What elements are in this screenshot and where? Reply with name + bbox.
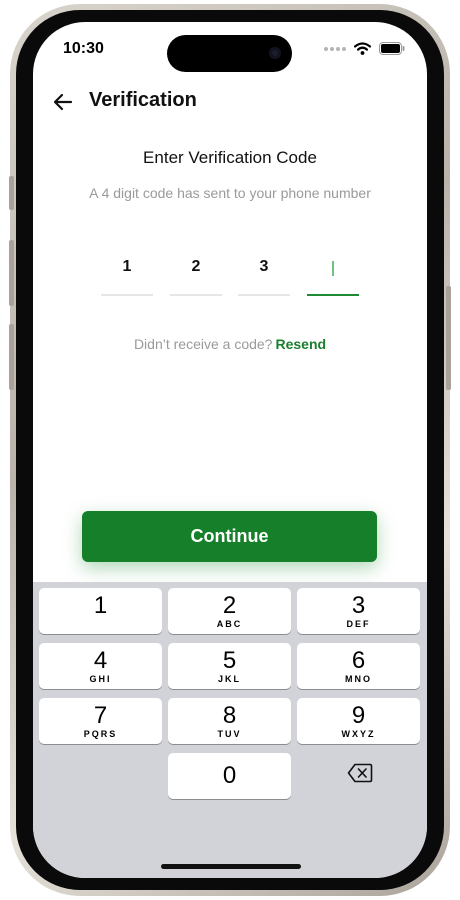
status-icons — [324, 42, 405, 55]
otp-underline — [101, 294, 153, 296]
verification-heading: Enter Verification Code — [143, 148, 317, 167]
key-1[interactable]: 1 — [39, 588, 162, 634]
home-indicator — [161, 864, 301, 869]
key-number: 7 — [93, 702, 108, 729]
wifi-icon — [354, 42, 371, 55]
otp-field-1[interactable]: 1 — [101, 248, 153, 296]
power-button — [446, 286, 451, 390]
key-7[interactable]: 7 PQRS — [39, 698, 162, 744]
otp-underline — [307, 294, 359, 296]
key-letters: DEF — [346, 619, 371, 629]
key-0[interactable]: 0 — [168, 753, 291, 799]
key-number: 9 — [351, 702, 366, 729]
signal-dots-icon — [324, 46, 346, 51]
otp-digit: 1 — [122, 258, 132, 275]
key-9[interactable]: 9 WXYZ — [297, 698, 420, 744]
resend-row: Didn’t receive a code? Resend — [33, 336, 427, 352]
volume-down-button — [9, 324, 14, 390]
otp-field-3[interactable]: 3 — [238, 248, 290, 296]
key-6[interactable]: 6 MNO — [297, 643, 420, 689]
key-number: 4 — [93, 647, 108, 674]
otp-field-2[interactable]: 2 — [170, 248, 222, 296]
continue-button[interactable]: Continue — [82, 511, 377, 562]
otp-field-4[interactable] — [307, 248, 359, 296]
dynamic-island — [167, 35, 292, 72]
key-number: 0 — [222, 762, 237, 789]
key-letters: MNO — [345, 674, 372, 684]
key-letters: PQRS — [83, 729, 118, 739]
key-number: 8 — [222, 702, 237, 729]
key-letters: GHI — [89, 674, 112, 684]
resend-link[interactable]: Resend — [275, 336, 326, 352]
otp-underline — [170, 294, 222, 296]
key-number: 1 — [93, 592, 108, 619]
key-number: 6 — [351, 647, 366, 674]
phone-screen: 10:30 Verification Enter Verification Co… — [33, 22, 427, 878]
key-number: 3 — [351, 592, 366, 619]
otp-underline — [238, 294, 290, 296]
text-caret — [332, 261, 334, 276]
battery-icon — [379, 42, 405, 55]
key-3[interactable]: 3 DEF — [297, 588, 420, 634]
verification-subheading: A 4 digit code has sent to your phone nu… — [89, 185, 371, 201]
key-number: 5 — [222, 647, 237, 674]
resend-prompt: Didn’t receive a code? — [133, 336, 273, 352]
key-5[interactable]: 5 JKL — [168, 643, 291, 689]
key-number: 2 — [222, 592, 237, 619]
key-letters: WXYZ — [341, 729, 376, 739]
status-time: 10:30 — [63, 40, 104, 57]
numeric-keypad: 1 2 ABC 3 DEF 4 GHI 5 JKL 6 MNO 7 PQRS 8 — [33, 582, 427, 878]
key-letters: JKL — [217, 674, 241, 684]
backspace-icon[interactable] — [347, 763, 373, 783]
key-letters: TUV — [217, 729, 242, 739]
back-arrow-icon[interactable] — [51, 90, 75, 114]
key-8[interactable]: 8 TUV — [168, 698, 291, 744]
key-4[interactable]: 4 GHI — [39, 643, 162, 689]
otp-digit: 3 — [259, 258, 269, 275]
key-letters: ABC — [216, 619, 243, 629]
otp-digit: 2 — [191, 258, 201, 275]
page-title: Verification — [89, 89, 197, 111]
key-2[interactable]: 2 ABC — [168, 588, 291, 634]
header: Verification — [33, 84, 427, 120]
volume-up-button — [9, 240, 14, 306]
camera-icon — [269, 47, 281, 59]
action-button — [9, 176, 14, 210]
